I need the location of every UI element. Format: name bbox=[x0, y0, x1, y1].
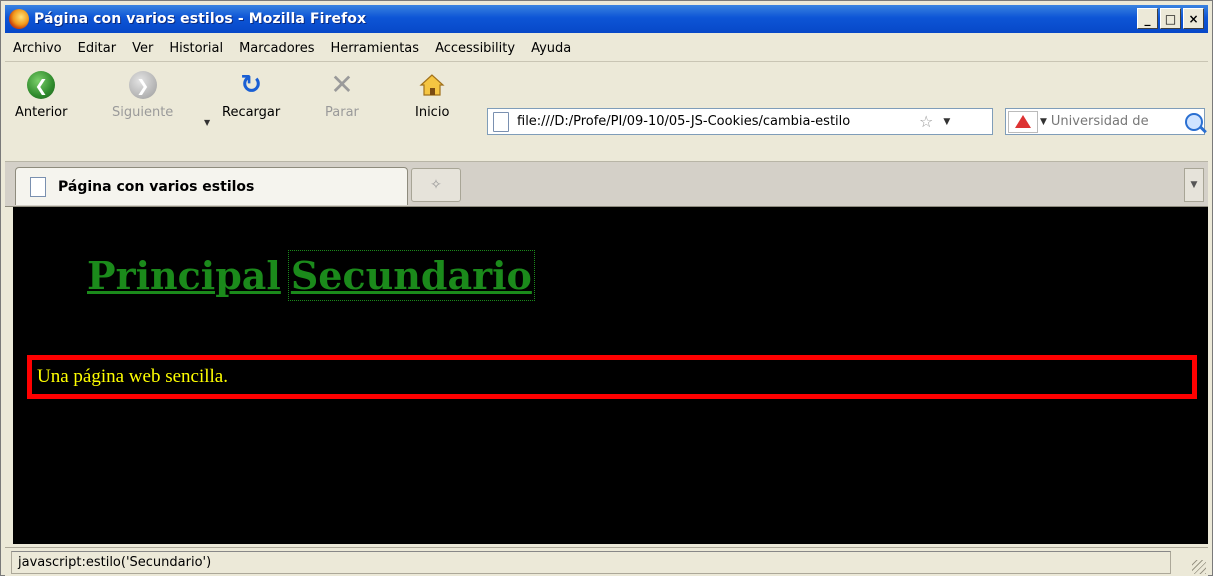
url-field[interactable]: file:///D:/Profe/PI/09-10/05-JS-Cookies/… bbox=[517, 114, 915, 129]
menu-ver[interactable]: Ver bbox=[124, 41, 161, 56]
new-tab-icon: ✧ bbox=[430, 177, 442, 193]
back-arrow-icon: ❮ bbox=[27, 71, 56, 99]
reload-icon: ↻ bbox=[240, 70, 263, 100]
forward-label: Siguiente bbox=[112, 105, 174, 120]
home-icon bbox=[419, 74, 445, 96]
tab-bar: Página con varios estilos ✧ ▼ bbox=[5, 161, 1208, 207]
firefox-logo-icon bbox=[9, 9, 29, 29]
menu-herramientas[interactable]: Herramientas bbox=[323, 41, 428, 56]
status-text: javascript:estilo('Secundario') bbox=[11, 550, 1171, 574]
content-box: Una página web sencilla. bbox=[27, 355, 1197, 399]
new-tab-button[interactable]: ✧ bbox=[411, 168, 461, 202]
tab-list-dropdown-icon[interactable]: ▼ bbox=[1184, 168, 1204, 202]
search-input[interactable]: Universidad de bbox=[1051, 114, 1183, 129]
tab-document-icon bbox=[30, 176, 46, 197]
window-title: Página con varios estilos - Mozilla Fire… bbox=[34, 11, 367, 27]
back-label: Anterior bbox=[15, 105, 68, 120]
address-bar[interactable]: file:///D:/Profe/PI/09-10/05-JS-Cookies/… bbox=[487, 108, 993, 135]
menu-marcadores[interactable]: Marcadores bbox=[231, 41, 322, 56]
forward-button[interactable]: ❯ Siguiente bbox=[112, 71, 173, 120]
stop-label: Parar bbox=[325, 105, 359, 120]
bookmark-star-icon[interactable]: ☆ bbox=[919, 112, 933, 131]
history-dropdown-icon[interactable]: ▼ bbox=[204, 118, 210, 127]
page-content: Principal Secundario Una página web senc… bbox=[13, 207, 1208, 544]
menu-accessibility[interactable]: Accessibility bbox=[427, 41, 523, 56]
page-document-icon bbox=[493, 111, 509, 132]
navigation-toolbar: ❮ Anterior ❯ Siguiente ▼ ↻ Recargar ✕ Pa… bbox=[5, 63, 1208, 159]
stop-button[interactable]: ✕ Parar bbox=[325, 68, 359, 121]
maximize-button[interactable]: □ bbox=[1160, 8, 1181, 29]
search-engine-dropdown-icon[interactable]: ▼ bbox=[1040, 117, 1047, 127]
forward-arrow-icon: ❯ bbox=[128, 71, 157, 99]
reload-button[interactable]: ↻ Recargar bbox=[222, 71, 280, 120]
tab-label: Página con varios estilos bbox=[58, 178, 255, 195]
menu-historial[interactable]: Historial bbox=[161, 41, 231, 56]
status-bar: javascript:estilo('Secundario') bbox=[5, 547, 1208, 576]
menu-archivo[interactable]: Archivo bbox=[5, 41, 70, 56]
window-controls: _ □ × bbox=[1137, 8, 1204, 29]
home-label: Inicio bbox=[415, 105, 450, 120]
menu-ayuda[interactable]: Ayuda bbox=[523, 41, 579, 56]
menu-editar[interactable]: Editar bbox=[70, 41, 125, 56]
link-secundario[interactable]: Secundario bbox=[287, 250, 535, 301]
link-principal[interactable]: Principal bbox=[87, 253, 281, 298]
reload-label: Recargar bbox=[222, 105, 281, 120]
style-links: Principal Secundario bbox=[87, 250, 535, 301]
tab-active[interactable]: Página con varios estilos bbox=[15, 167, 408, 205]
back-button[interactable]: ❮ Anterior bbox=[15, 71, 67, 120]
search-engine-icon[interactable] bbox=[1008, 110, 1038, 133]
url-dropdown-icon[interactable]: ▼ bbox=[943, 117, 950, 127]
minimize-button[interactable]: _ bbox=[1137, 8, 1158, 29]
menu-bar: Archivo Editar Ver Historial Marcadores … bbox=[5, 35, 1208, 62]
close-button[interactable]: × bbox=[1183, 8, 1204, 29]
resize-grip-icon[interactable] bbox=[1192, 560, 1206, 574]
search-bar[interactable]: ▼ Universidad de bbox=[1005, 108, 1205, 135]
box-text: Una página web sencilla. bbox=[37, 366, 228, 387]
browser-window: Página con varios estilos - Mozilla Fire… bbox=[0, 0, 1213, 576]
search-icon[interactable] bbox=[1184, 112, 1203, 131]
home-button[interactable]: Inicio bbox=[415, 71, 449, 120]
stop-icon: ✕ bbox=[330, 68, 354, 101]
title-bar: Página con varios estilos - Mozilla Fire… bbox=[5, 5, 1208, 33]
